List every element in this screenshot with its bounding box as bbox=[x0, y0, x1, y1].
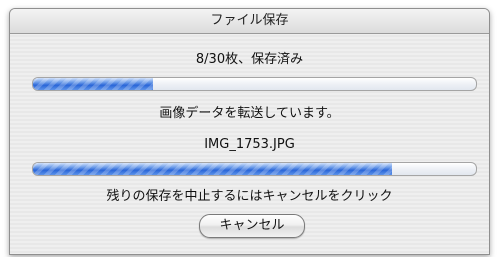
transfer-status-text: 画像データを転送しています。 bbox=[159, 106, 340, 121]
overall-progress-bar bbox=[32, 77, 477, 91]
cancel-hint-text: 残りの保存を中止するにはキャンセルをクリック bbox=[106, 189, 393, 204]
cancel-button[interactable]: キャンセル bbox=[199, 214, 305, 238]
current-filename: IMG_1753.JPG bbox=[204, 137, 295, 152]
saved-count-text: 8/30枚、保存済み bbox=[195, 52, 304, 67]
file-progress-bar bbox=[32, 162, 477, 176]
title-bar[interactable]: ファイル保存 bbox=[10, 9, 489, 34]
file-progress-fill bbox=[33, 163, 392, 175]
save-dialog: ファイル保存 8/30枚、保存済み 画像データを転送しています。 IMG_175… bbox=[9, 8, 490, 255]
dialog-content: 8/30枚、保存済み 画像データを転送しています。 IMG_1753.JPG 残… bbox=[10, 34, 489, 254]
overall-progress-fill bbox=[33, 78, 153, 90]
window-title: ファイル保存 bbox=[210, 13, 289, 28]
